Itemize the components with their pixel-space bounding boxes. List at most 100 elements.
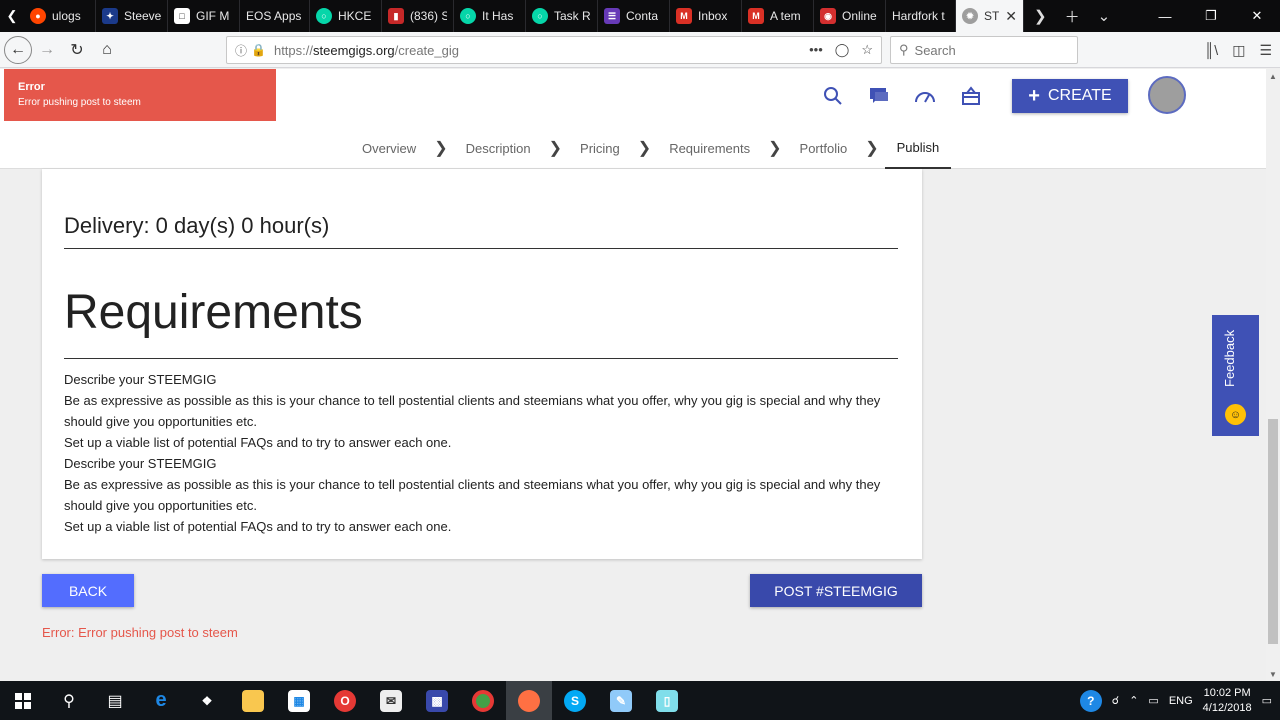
chevron-right-icon: ❯: [865, 140, 879, 157]
edge-icon[interactable]: e: [138, 681, 184, 720]
step-pricing[interactable]: Pricing: [568, 127, 632, 169]
shopping-bag-icon[interactable]: [960, 85, 982, 107]
taskbar: ⚲ ▤ e ❖ ▦ O ✉ ▩ S ✎ ▯ ? ☌ ⌃ ▭ ENG 10:02 …: [0, 681, 1280, 720]
firefox-icon[interactable]: [506, 681, 552, 720]
mail-icon[interactable]: ✉: [368, 681, 414, 720]
search-placeholder: Search: [914, 42, 956, 58]
new-tab-icon[interactable]: ＋: [1065, 6, 1080, 27]
chevron-right-icon: ❯: [434, 140, 448, 157]
requirements-heading: Requirements: [64, 286, 363, 339]
menu-icon[interactable]: ☰: [1259, 42, 1272, 59]
post-steemgig-button[interactable]: POST #STEEMGIG: [750, 574, 922, 607]
browser-tab[interactable]: ▮ (836) S: [382, 0, 454, 32]
browser-tab-active[interactable]: ✹STE✕: [956, 0, 1024, 32]
bookmark-star-icon[interactable]: ☆: [861, 42, 873, 58]
avatar[interactable]: [1148, 76, 1186, 114]
browser-tab[interactable]: ○ HKCE: [310, 0, 382, 32]
reddit-icon: ●: [30, 8, 46, 24]
reload-icon[interactable]: ↻: [62, 35, 92, 65]
browser-tab[interactable]: ◉ Online: [814, 0, 886, 32]
error-toast[interactable]: Error Error pushing post to steem: [4, 69, 276, 121]
search-icon[interactable]: [822, 85, 844, 107]
scroll-thumb[interactable]: [1268, 419, 1278, 644]
browser-tab[interactable]: M Inbox: [670, 0, 742, 32]
step-publish[interactable]: Publish: [884, 127, 952, 169]
document-icon: □: [174, 8, 190, 24]
language-indicator[interactable]: ENG: [1169, 695, 1193, 707]
close-tab-icon[interactable]: ✕: [1005, 8, 1017, 25]
people-icon[interactable]: ☌: [1112, 694, 1119, 707]
browser-tab[interactable]: ○ Task R: [526, 0, 598, 32]
scroll-down-icon[interactable]: ▼: [1266, 667, 1280, 681]
store-icon[interactable]: ▦: [276, 681, 322, 720]
browser-tab[interactable]: Hardfork t: [886, 0, 956, 32]
home-icon[interactable]: ⌂: [92, 35, 122, 65]
chevron-right-icon: ❯: [548, 140, 563, 157]
dashboard-icon[interactable]: [914, 85, 936, 107]
feedback-label: Feedback: [1222, 329, 1237, 387]
toolbar-right: ║\ ◫ ☰: [1204, 36, 1272, 64]
library-icon[interactable]: ║\: [1204, 42, 1218, 58]
search-icon: ⚲: [899, 42, 909, 57]
browser-tab[interactable]: EOS Apps: [240, 0, 310, 32]
gig-preview-card: Delivery: 0 day(s) 0 hour(s) Requirement…: [42, 169, 922, 559]
error-message: Error: Error pushing post to steem: [42, 625, 238, 640]
requirements-line: Set up a viable list of potential FAQs a…: [64, 435, 452, 450]
step-portfolio[interactable]: Portfolio: [788, 127, 860, 169]
tab-scroll-right-icon[interactable]: ❯: [1034, 7, 1047, 25]
info-icon[interactable]: ⓘ: [235, 42, 247, 59]
search-icon[interactable]: ⚲: [46, 681, 92, 720]
scroll-up-icon[interactable]: ▲: [1266, 69, 1280, 83]
forward-arrow-icon[interactable]: →: [32, 35, 62, 65]
back-button[interactable]: BACK: [42, 574, 134, 607]
smiley-icon: ☺: [1225, 404, 1246, 425]
battery-icon[interactable]: ▭: [1148, 694, 1158, 707]
clock[interactable]: 10:02 PM 4/12/2018: [1203, 686, 1252, 716]
help-icon[interactable]: ?: [1079, 689, 1102, 712]
search-input[interactable]: ⚲ Search: [890, 36, 1078, 64]
clock-time: 10:02 PM: [1203, 686, 1251, 699]
network-app-icon[interactable]: ▩: [414, 681, 460, 720]
chrome-icon[interactable]: [460, 681, 506, 720]
url-bar[interactable]: ⓘ 🔒 https://steemgigs.org/create_gig •••…: [226, 36, 882, 64]
file-explorer-icon[interactable]: [230, 681, 276, 720]
skype-icon[interactable]: S: [552, 681, 598, 720]
toast-message: Error pushing post to steem: [18, 97, 141, 108]
tab-scroll-left-icon[interactable]: ❮: [0, 0, 24, 32]
requirements-line: Set up a viable list of potential FAQs a…: [64, 519, 452, 534]
messages-icon[interactable]: [868, 85, 890, 107]
sidebar-icon[interactable]: ◫: [1232, 42, 1245, 59]
restore-icon[interactable]: ❐: [1188, 0, 1234, 32]
paint-icon[interactable]: ✎: [598, 681, 644, 720]
close-window-icon[interactable]: ✕: [1234, 0, 1280, 32]
browser-tab[interactable]: ● ulogs: [24, 0, 96, 32]
back-arrow-icon[interactable]: ←: [4, 35, 32, 64]
url-actions: ••• ◯ ☆: [809, 42, 873, 58]
browser-tab[interactable]: ✦ Steeve: [96, 0, 168, 32]
windows-start-icon[interactable]: [0, 681, 46, 720]
create-button[interactable]: + CREATE: [1012, 79, 1128, 113]
feedback-tab[interactable]: Feedback ☺: [1212, 315, 1259, 436]
toast-title: Error: [18, 81, 45, 93]
browser-tab[interactable]: □ GIF M: [168, 0, 240, 32]
step-overview[interactable]: Overview: [350, 127, 428, 169]
minimize-icon[interactable]: —: [1142, 0, 1188, 32]
page-scrollbar[interactable]: ▲ ▼: [1266, 69, 1280, 681]
opera-icon[interactable]: O: [322, 681, 368, 720]
pocket-icon[interactable]: ◯: [835, 42, 850, 58]
requirements-text: Describe your STEEMGIG Be as expressive …: [64, 369, 898, 537]
step-requirements[interactable]: Requirements: [657, 127, 762, 169]
browser-tab[interactable]: ○ It Has: [454, 0, 526, 32]
requirements-line: Describe your STEEMGIG: [64, 456, 217, 471]
step-description[interactable]: Description: [454, 127, 543, 169]
chevron-up-icon[interactable]: ⌃: [1129, 694, 1138, 707]
notes-icon[interactable]: ▯: [644, 681, 690, 720]
notifications-icon[interactable]: ▭: [1262, 694, 1272, 707]
chevron-down-icon[interactable]: ⌄: [1098, 7, 1111, 25]
dropbox-icon[interactable]: ❖: [184, 681, 230, 720]
task-view-icon[interactable]: ▤: [92, 681, 138, 720]
browser-tab[interactable]: ☰ Conta: [598, 0, 670, 32]
delivery-text: Delivery: 0 day(s) 0 hour(s): [64, 213, 330, 238]
browser-tab[interactable]: MA tem: [742, 0, 814, 32]
page-actions-icon[interactable]: •••: [809, 42, 823, 58]
